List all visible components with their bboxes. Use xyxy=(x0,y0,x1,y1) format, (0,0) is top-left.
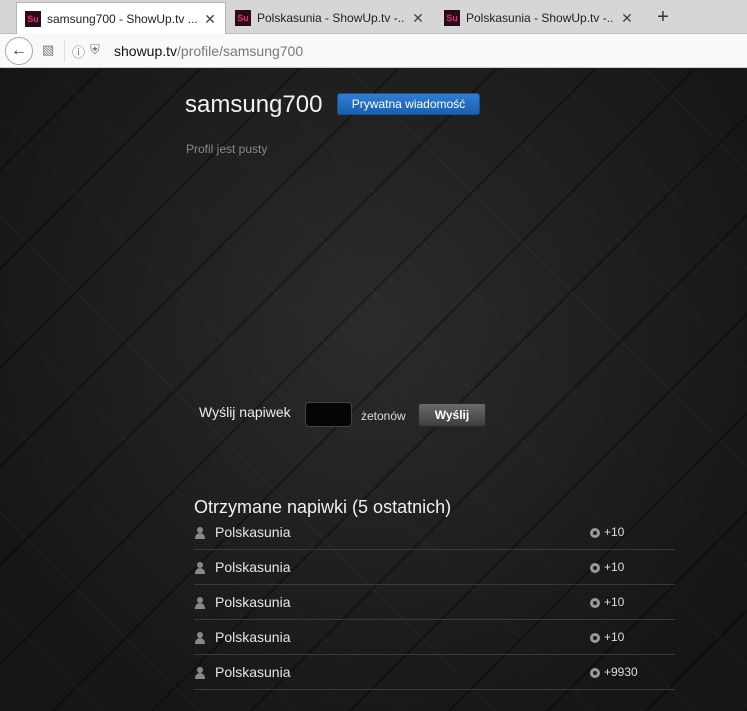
coin-icon xyxy=(590,633,600,643)
url-host: showup.tv xyxy=(114,43,178,59)
tab-polskasunia-2[interactable]: Su Polskasunia - ShowUp.tv -... ✕ xyxy=(436,2,642,34)
tab-samsung700[interactable]: Su samsung700 - ShowUp.tv ... ✕ xyxy=(16,2,226,35)
coin-icon xyxy=(590,668,600,678)
library-icon[interactable]: ▧ xyxy=(42,42,54,58)
profile-page: samsung700 Prywatna wiadomość Profil jes… xyxy=(0,69,747,711)
tipper-name[interactable]: Polskasunia xyxy=(215,664,291,680)
tip-amount: +9930 xyxy=(604,665,638,679)
user-icon xyxy=(194,667,206,679)
tip-amount: +10 xyxy=(604,560,625,574)
tipper-name[interactable]: Polskasunia xyxy=(215,559,291,575)
tip-amount: +10 xyxy=(604,630,625,644)
info-icon[interactable]: ⓘ xyxy=(72,42,85,61)
user-icon xyxy=(194,527,206,539)
new-tab-button[interactable]: + xyxy=(650,4,676,30)
tip-amount: +10 xyxy=(604,595,625,609)
tab-title: Polskasunia - ShowUp.tv -... xyxy=(257,11,405,25)
tab-polskasunia-1[interactable]: Su Polskasunia - ShowUp.tv -... ✕ xyxy=(227,2,433,34)
user-icon xyxy=(194,632,206,644)
arrow-left-icon: ← xyxy=(11,42,27,59)
tip-unit-label: żetonów xyxy=(361,409,406,423)
profile-username: samsung700 xyxy=(185,91,323,118)
tipper-name[interactable]: Polskasunia xyxy=(215,594,291,610)
address-bar[interactable]: showup.tv/profile/samsung700 xyxy=(114,43,303,59)
list-item: Polskasunia +10 xyxy=(194,620,675,655)
tab-title: samsung700 - ShowUp.tv ... xyxy=(47,12,197,26)
tipper-name[interactable]: Polskasunia xyxy=(215,524,291,540)
tip-amount: +10 xyxy=(604,525,625,539)
list-item: Polskasunia +10 xyxy=(194,515,675,550)
list-item: Polskasunia +10 xyxy=(194,550,675,585)
tab-bar: Su samsung700 - ShowUp.tv ... ✕ Su Polsk… xyxy=(0,0,747,35)
shield-icon[interactable]: ⛨ xyxy=(90,42,100,58)
tipper-name[interactable]: Polskasunia xyxy=(215,629,291,645)
url-path: /profile/samsung700 xyxy=(177,43,304,59)
private-message-button[interactable]: Prywatna wiadomość xyxy=(337,93,480,115)
list-item: Polskasunia +9930 xyxy=(194,655,675,690)
close-tab-icon[interactable]: ✕ xyxy=(411,10,425,27)
back-button[interactable]: ← xyxy=(5,37,33,65)
tip-label: Wyślij napiwek xyxy=(199,404,291,420)
user-icon xyxy=(194,597,206,609)
showup-favicon-icon: Su xyxy=(444,10,460,26)
tips-list: Polskasunia +10 Polskasunia +10 Polskasu… xyxy=(194,515,675,690)
showup-favicon-icon: Su xyxy=(25,11,41,27)
user-icon xyxy=(194,562,206,574)
coin-icon xyxy=(590,563,600,573)
navigation-bar: ← ▧ ⓘ ⛨ showup.tv/profile/samsung700 xyxy=(0,34,747,68)
tab-title: Polskasunia - ShowUp.tv -... xyxy=(466,11,614,25)
list-item: Polskasunia +10 xyxy=(194,585,675,620)
url-separator xyxy=(64,40,65,62)
close-tab-icon[interactable]: ✕ xyxy=(620,10,634,27)
send-tip-button[interactable]: Wyślij xyxy=(418,403,486,427)
close-tab-icon[interactable]: ✕ xyxy=(203,11,217,28)
coin-icon xyxy=(590,598,600,608)
profile-empty-text: Profil jest pusty xyxy=(186,142,268,156)
tip-amount-input[interactable] xyxy=(305,402,352,427)
coin-icon xyxy=(590,528,600,538)
showup-favicon-icon: Su xyxy=(235,10,251,26)
